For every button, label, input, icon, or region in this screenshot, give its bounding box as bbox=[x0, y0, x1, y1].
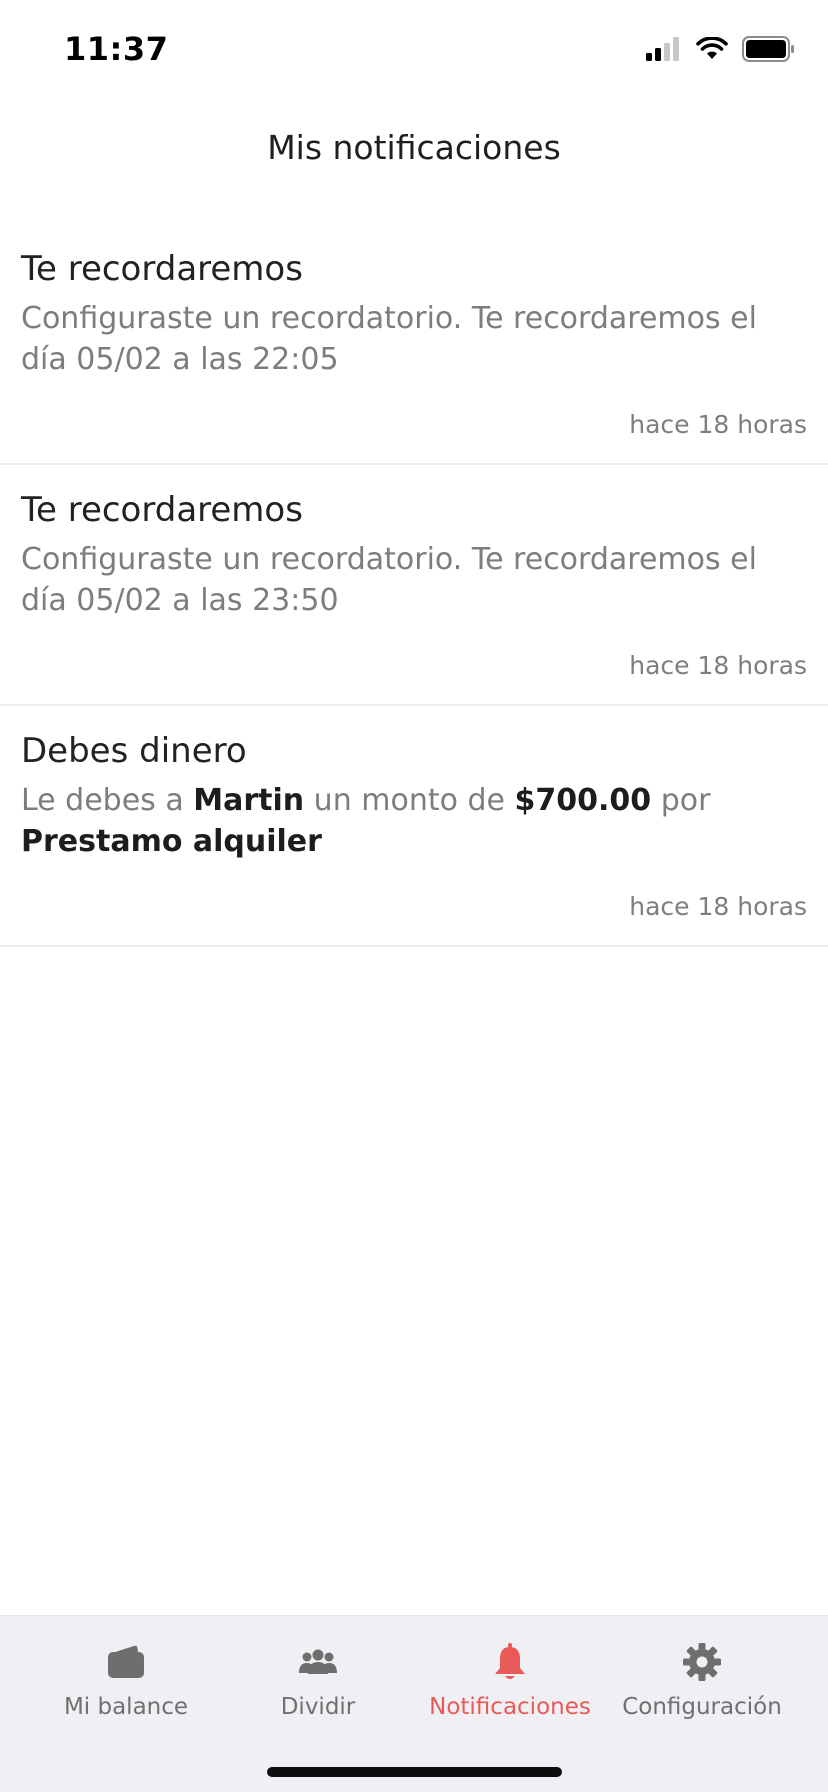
notification-title: Te recordaremos bbox=[21, 490, 303, 530]
notifications-screen: 11:37 Mis notificaciones Te recordaremos… bbox=[0, 0, 828, 1792]
body-text: por bbox=[651, 783, 711, 818]
home-indicator[interactable] bbox=[267, 1767, 562, 1777]
notification-item[interactable]: Debes dinero Le debes a Martin un monto … bbox=[0, 706, 828, 947]
body-text: Le debes a bbox=[21, 783, 194, 818]
status-icons bbox=[646, 36, 796, 62]
notification-body: Le debes a Martin un monto de $700.00 po… bbox=[21, 780, 811, 862]
notification-timestamp: hace 18 horas bbox=[629, 410, 807, 439]
group-icon bbox=[298, 1640, 338, 1684]
tab-label: Dividir bbox=[280, 1694, 356, 1720]
wifi-icon bbox=[696, 37, 728, 59]
debt-concept: Prestamo alquiler bbox=[21, 824, 322, 859]
tab-mi-balance[interactable]: Mi balance bbox=[26, 1616, 226, 1736]
cellular-signal-icon bbox=[646, 37, 679, 61]
notification-item[interactable]: Te recordaremos Configuraste un recordat… bbox=[0, 224, 828, 465]
notification-timestamp: hace 18 horas bbox=[629, 651, 807, 680]
body-text: un monto de bbox=[304, 783, 515, 818]
notification-body: Configuraste un recordatorio. Te recorda… bbox=[21, 542, 757, 618]
notification-title: Te recordaremos bbox=[21, 249, 303, 289]
tab-notificaciones[interactable]: Notificaciones bbox=[410, 1616, 610, 1736]
page-title: Mis notificaciones bbox=[267, 128, 561, 167]
gear-icon bbox=[682, 1640, 722, 1684]
tab-label: Mi balance bbox=[63, 1694, 189, 1720]
notification-timestamp: hace 18 horas bbox=[629, 892, 807, 921]
tab-configuracion[interactable]: Configuración bbox=[602, 1616, 802, 1736]
status-time: 11:37 bbox=[64, 30, 169, 68]
tab-bar: Mi balance Dividir Notificaciones Config… bbox=[0, 1615, 828, 1792]
tab-dividir[interactable]: Dividir bbox=[218, 1616, 418, 1736]
notification-title: Debes dinero bbox=[21, 731, 247, 771]
status-bar: 11:37 bbox=[0, 0, 828, 100]
creditor-name: Martin bbox=[193, 783, 305, 818]
debt-amount: $700.00 bbox=[514, 783, 652, 818]
battery-icon bbox=[742, 36, 794, 62]
notification-list: Te recordaremos Configuraste un recordat… bbox=[0, 224, 828, 947]
tab-label: Configuración bbox=[622, 1694, 782, 1720]
bell-icon bbox=[493, 1640, 527, 1684]
wallet-icon bbox=[106, 1640, 146, 1684]
notification-body: Configuraste un recordatorio. Te recorda… bbox=[21, 301, 757, 377]
tab-label: Notificaciones bbox=[429, 1694, 591, 1720]
notification-item[interactable]: Te recordaremos Configuraste un recordat… bbox=[0, 465, 828, 706]
